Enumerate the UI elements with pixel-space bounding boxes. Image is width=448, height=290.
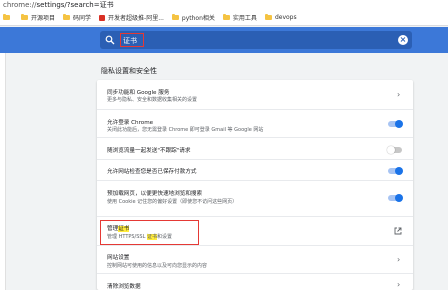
- row-payment-check[interactable]: 允许网站检查您是否已保存付款方式: [97, 160, 413, 181]
- folder-icon: [3, 14, 10, 20]
- toggle-knob: [395, 120, 403, 128]
- left-gutter: [0, 53, 6, 290]
- privacy-card: 同步功能和 Google 服务 更多与隐私、安全和数据收集相关的设置 › 允许登…: [97, 80, 413, 290]
- row-title: 清除浏览数据: [107, 284, 141, 290]
- bookmark-item[interactable]: 开发者超级推-阿里...: [99, 13, 164, 22]
- row-sync[interactable]: 同步功能和 Google 服务 更多与隐私、安全和数据收集相关的设置 ›: [97, 80, 413, 110]
- bookmark-item[interactable]: 码同学: [63, 13, 91, 22]
- row-allow-signin[interactable]: 允许登录 Chrome 关闭此功能后，您无需登录 Chrome 即可登录 Gma…: [97, 110, 413, 138]
- row-title: 允许登录 Chrome: [107, 120, 154, 126]
- row-title: 允许网站检查您是否已保存付款方式: [107, 169, 197, 175]
- chevron-right-icon: ›: [397, 280, 401, 289]
- highlight-outline: [100, 220, 199, 245]
- chevron-right-icon: ›: [397, 90, 401, 99]
- folder-icon: [222, 14, 230, 20]
- settings-window: chrome://settings/?search=证书 开源项目 码同学 开发…: [0, 0, 448, 290]
- settings-search[interactable]: 证书 ×: [100, 31, 412, 49]
- bookmark-label: 开源项目: [31, 15, 56, 22]
- bookmark-label: devops: [274, 14, 297, 21]
- chevron-right-icon: ›: [397, 255, 401, 264]
- bookmarks-bar: 开源项目 码同学 开发者超级推-阿里... python相关 实用工具 devo…: [0, 10, 448, 26]
- folder-icon: [63, 14, 71, 20]
- bookmark-label: 开发者超级推-阿里...: [108, 15, 164, 22]
- open-external-icon: [394, 227, 402, 235]
- section-title: 隐私设置和安全性: [101, 67, 157, 75]
- settings-header: 证书 ×: [0, 27, 448, 53]
- row-preload[interactable]: 预加载网页，以便更快速地浏览和搜索 使用 Cookie 记住您的偏好设置（即使您…: [97, 181, 413, 217]
- row-title: 预加载网页，以便更快速地浏览和搜索: [107, 191, 203, 197]
- address-bar[interactable]: chrome://settings/?search=证书: [0, 0, 448, 10]
- bookmark-item[interactable]: python相关: [171, 13, 215, 22]
- bookmark-item[interactable]: devops: [264, 14, 297, 21]
- bookmark-item[interactable]: 开源项目: [21, 13, 55, 22]
- signin-toggle[interactable]: [388, 120, 403, 128]
- bookmark-item[interactable]: [3, 14, 13, 20]
- search-input[interactable]: 证书: [120, 33, 144, 47]
- preload-toggle[interactable]: [388, 194, 403, 202]
- bookmark-item[interactable]: 实用工具: [222, 13, 257, 22]
- row-title: 随浏览流量一起发送"不跟踪"请求: [107, 148, 191, 154]
- payment-check-toggle[interactable]: [388, 167, 403, 175]
- row-desc: 使用 Cookie 记住您的偏好设置（即使您不访问这些网页）: [107, 199, 238, 205]
- toggle-knob: [395, 167, 403, 175]
- bookmark-label: 实用工具: [232, 15, 257, 22]
- row-desc: 更多与隐私、安全和数据收集相关的设置: [107, 97, 198, 103]
- bookmark-label: 码同学: [73, 15, 92, 22]
- do-not-track-toggle[interactable]: [387, 146, 402, 154]
- clear-search-icon[interactable]: ×: [398, 35, 408, 45]
- url-path: settings/?search=证书: [36, 1, 114, 9]
- row-title: 同步功能和 Google 服务: [107, 90, 170, 96]
- toggle-knob: [387, 146, 395, 154]
- url-prefix: chrome://: [3, 1, 37, 9]
- folder-icon: [171, 14, 179, 20]
- row-title: 网站设置: [107, 255, 130, 261]
- bookmark-label: python相关: [181, 15, 215, 22]
- red-favicon-icon: [99, 14, 106, 21]
- row-clear-data[interactable]: 清除浏览数据 ›: [97, 274, 413, 290]
- search-icon: [105, 35, 115, 45]
- folder-icon: [264, 14, 272, 20]
- row-site-settings[interactable]: 网站设置 控制网站可使用的信息以及可向您显示的内容 ›: [97, 246, 413, 274]
- row-desc: 关闭此功能后，您无需登录 Chrome 即可登录 Gmail 等 Google …: [107, 127, 264, 133]
- row-desc: 控制网站可使用的信息以及可向您显示的内容: [107, 263, 208, 269]
- folder-icon: [21, 14, 28, 20]
- toggle-knob: [395, 194, 403, 202]
- row-do-not-track[interactable]: 随浏览流量一起发送"不跟踪"请求: [97, 138, 413, 160]
